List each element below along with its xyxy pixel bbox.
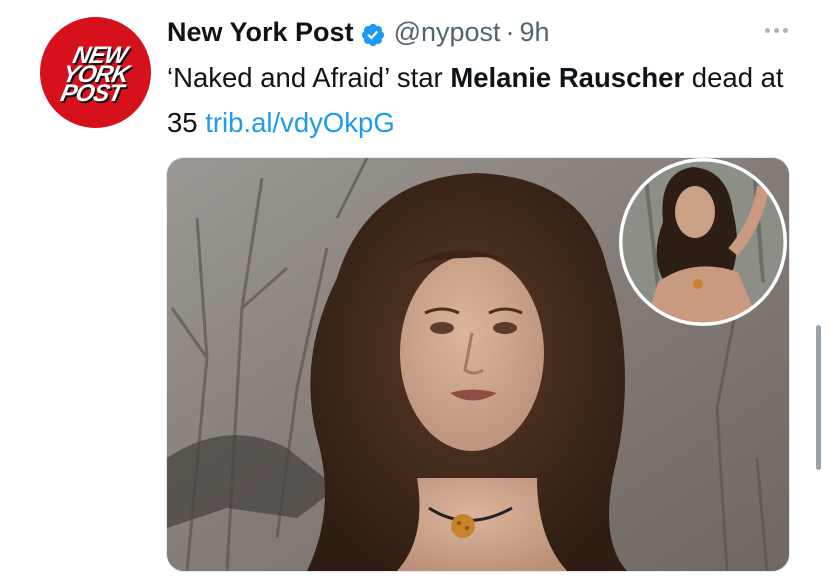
separator-dot: ·	[505, 17, 515, 47]
avatar[interactable]: NEW YORK POST	[40, 17, 151, 128]
new-york-post-logo: NEW YORK POST	[57, 42, 134, 107]
verified-badge-icon	[360, 19, 386, 47]
tweet-text-part: ‘Naked and Afraid’ star	[167, 62, 451, 93]
tweet[interactable]: NEW YORK POST New York Post @nypost · 9h…	[0, 0, 828, 585]
tweet-link[interactable]: trib.al/vdyOkpG	[205, 107, 395, 138]
logo-line: POST	[57, 80, 126, 107]
author-handle[interactable]: @nypost	[394, 12, 501, 52]
tweet-image[interactable]	[166, 157, 790, 572]
tweet-header: New York Post @nypost · 9h	[167, 12, 550, 52]
tweet-text: ‘Naked and Afraid’ star Melanie Rauscher…	[167, 55, 797, 145]
author-name[interactable]: New York Post	[167, 12, 354, 52]
tweet-timestamp[interactable]: 9h	[520, 12, 550, 52]
scrollbar[interactable]	[816, 325, 821, 470]
more-options-icon[interactable]	[765, 28, 788, 33]
tweet-text-bold: Melanie Rauscher	[450, 62, 685, 93]
